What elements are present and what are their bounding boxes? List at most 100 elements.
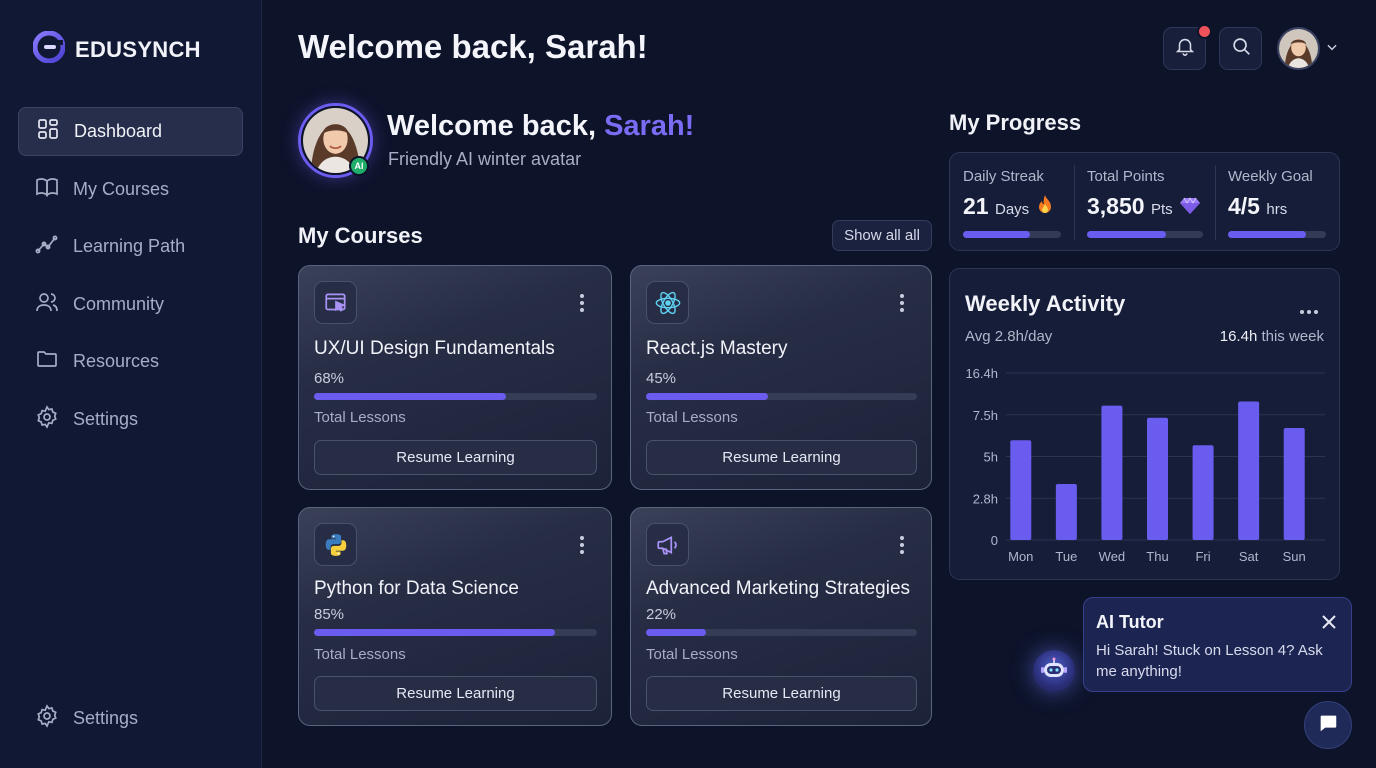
course-card[interactable]: React.js Mastery 45% Total Lessons Resum… (630, 265, 932, 490)
resume-learning-button[interactable]: Resume Learning (314, 676, 597, 711)
ai-tutor-avatar[interactable] (1033, 650, 1075, 692)
bar-tue[interactable] (1055, 483, 1077, 540)
brand[interactable]: EDUSYNCH (32, 30, 201, 68)
course-lessons-label: Total Lessons (646, 646, 738, 663)
chat-button[interactable] (1304, 701, 1352, 749)
more-options-icon[interactable] (899, 293, 905, 318)
course-progress-bar (646, 393, 917, 400)
user-avatar[interactable] (1277, 27, 1320, 70)
stat-value: 3,850 Pts (1087, 193, 1201, 220)
python-icon (314, 523, 357, 566)
chat-bubble-icon (1317, 712, 1339, 739)
book-icon (35, 175, 59, 204)
y-tick-label: 16.4h (965, 366, 998, 381)
stat-label: Daily Streak (963, 168, 1044, 185)
stat-progress-bar (1087, 231, 1203, 238)
x-tick-label: Tue (1055, 549, 1077, 564)
course-progress-bar (646, 629, 917, 636)
search-button[interactable] (1219, 27, 1262, 70)
robot-icon (1040, 657, 1068, 686)
stat-value: 4/5 hrs (1228, 193, 1288, 219)
resume-learning-button[interactable]: Resume Learning (646, 440, 917, 475)
course-title: Python for Data Science (314, 578, 519, 599)
course-percent: 45% (646, 370, 677, 387)
show-all-button[interactable]: Show all all (832, 220, 932, 251)
bar-sun[interactable] (1283, 427, 1305, 540)
bar-sat[interactable] (1238, 401, 1260, 540)
react-icon (646, 281, 689, 324)
my-courses-title: My Courses (298, 223, 423, 248)
stat-label: Weekly Goal (1228, 168, 1313, 185)
stat-daily-streak: Daily Streak 21 Days (963, 153, 1073, 250)
gear-icon (35, 405, 59, 434)
course-title: UX/UI Design Fundamentals (314, 338, 555, 359)
ai-tutor-title: AI Tutor (1096, 612, 1164, 632)
activity-total: 16.4h this week (1219, 328, 1324, 345)
divider (1215, 165, 1216, 240)
sidebar-footer-settings[interactable]: Settings (18, 694, 243, 743)
chevron-down-icon[interactable] (1325, 40, 1339, 59)
sidebar-item-community[interactable]: Community (18, 280, 243, 329)
sidebar-item-dashboard[interactable]: Dashboard (18, 107, 243, 156)
sidebar: EDUSYNCH Dashboard My Courses Learning P… (0, 0, 262, 768)
stat-weekly-goal: Weekly Goal 4/5 hrs (1228, 153, 1328, 250)
course-lessons-label: Total Lessons (314, 409, 406, 426)
sidebar-item-settings[interactable]: Settings (18, 395, 243, 444)
bar-thu[interactable] (1147, 417, 1168, 540)
y-tick-label: 7.5h (973, 408, 998, 423)
gem-icon (1179, 193, 1201, 219)
course-title: React.js Mastery (646, 338, 788, 359)
notifications-button[interactable] (1163, 24, 1212, 70)
sidebar-item-learning-path[interactable]: Learning Path (18, 222, 243, 271)
bar-wed[interactable] (1101, 405, 1123, 540)
stat-value: 21 Days (963, 193, 1054, 220)
logo-icon (32, 30, 66, 68)
weekly-activity-title: Weekly Activity (965, 291, 1126, 316)
fire-icon (1036, 193, 1054, 219)
sidebar-item-my-courses[interactable]: My Courses (18, 165, 243, 214)
more-options-icon[interactable] (899, 535, 905, 560)
stat-total-points: Total Points 3,850 Pts (1087, 153, 1207, 250)
course-progress-bar (314, 629, 597, 636)
course-card[interactable]: UX/UI Design Fundamentals 68% Total Less… (298, 265, 612, 490)
sidebar-item-label: Settings (73, 708, 139, 728)
more-options-icon[interactable] (579, 293, 585, 318)
course-percent: 22% (646, 606, 677, 623)
close-icon[interactable] (1322, 615, 1336, 634)
course-title: Advanced Marketing Strategies (646, 578, 911, 599)
sidebar-item-label: Community (73, 294, 165, 314)
course-percent: 85% (314, 606, 345, 623)
bell-icon (1174, 35, 1196, 62)
users-icon (35, 290, 59, 319)
sidebar-item-resources[interactable]: Resources (18, 337, 243, 386)
sidebar-item-label: Resources (73, 351, 160, 371)
hero-name: Sarah! (604, 110, 695, 142)
resume-learning-button[interactable]: Resume Learning (314, 440, 597, 475)
x-tick-label: Sun (1283, 549, 1306, 564)
bar-fri[interactable] (1192, 445, 1214, 540)
course-percent: 68% (314, 370, 345, 387)
x-tick-label: Mon (1008, 549, 1033, 564)
bar-mon[interactable] (1010, 440, 1032, 540)
folder-icon (35, 347, 59, 376)
course-lessons-label: Total Lessons (646, 409, 738, 426)
sidebar-item-label: Settings (73, 409, 139, 429)
brand-name: EDUSYNCH (75, 36, 201, 62)
x-tick-label: Fri (1195, 549, 1210, 564)
more-options-icon[interactable] (579, 535, 585, 560)
more-horizontal-icon[interactable] (1299, 302, 1319, 320)
sidebar-item-label: My Courses (73, 179, 170, 199)
y-tick-label: 2.8h (973, 491, 998, 506)
course-card[interactable]: Advanced Marketing Strategies 22% Total … (630, 507, 932, 726)
hero-greeting: Welcome back, (387, 110, 605, 142)
course-card[interactable]: Python for Data Science 85% Total Lesson… (298, 507, 612, 726)
sidebar-item-label: Dashboard (74, 121, 163, 141)
weekly-activity-card: Weekly Activity Avg 2.8h/day 16.4h this … (949, 268, 1340, 580)
x-tick-label: Sat (1239, 549, 1259, 564)
stat-progress-bar (1228, 231, 1326, 238)
divider (1074, 165, 1075, 240)
resume-learning-button[interactable]: Resume Learning (646, 676, 917, 711)
hero-subtitle: Friendly AI winter avatar (388, 149, 582, 169)
hero-title: Welcome back, Sarah! (387, 110, 694, 143)
search-icon (1230, 35, 1252, 62)
